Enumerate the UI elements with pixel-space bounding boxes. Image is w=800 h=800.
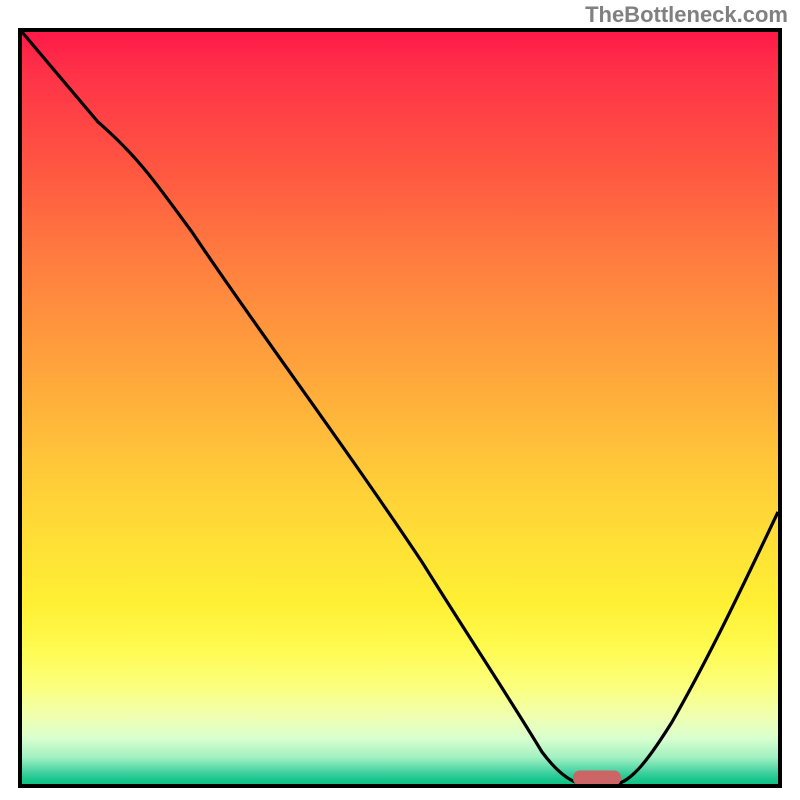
curve-svg — [22, 32, 778, 784]
chart-container: TheBottleneck.com — [0, 0, 800, 800]
bottleneck-curve-path — [22, 32, 778, 784]
watermark-text: TheBottleneck.com — [585, 2, 788, 28]
plot-area — [22, 32, 778, 784]
optimal-marker — [573, 770, 621, 784]
chart-frame — [18, 28, 782, 788]
